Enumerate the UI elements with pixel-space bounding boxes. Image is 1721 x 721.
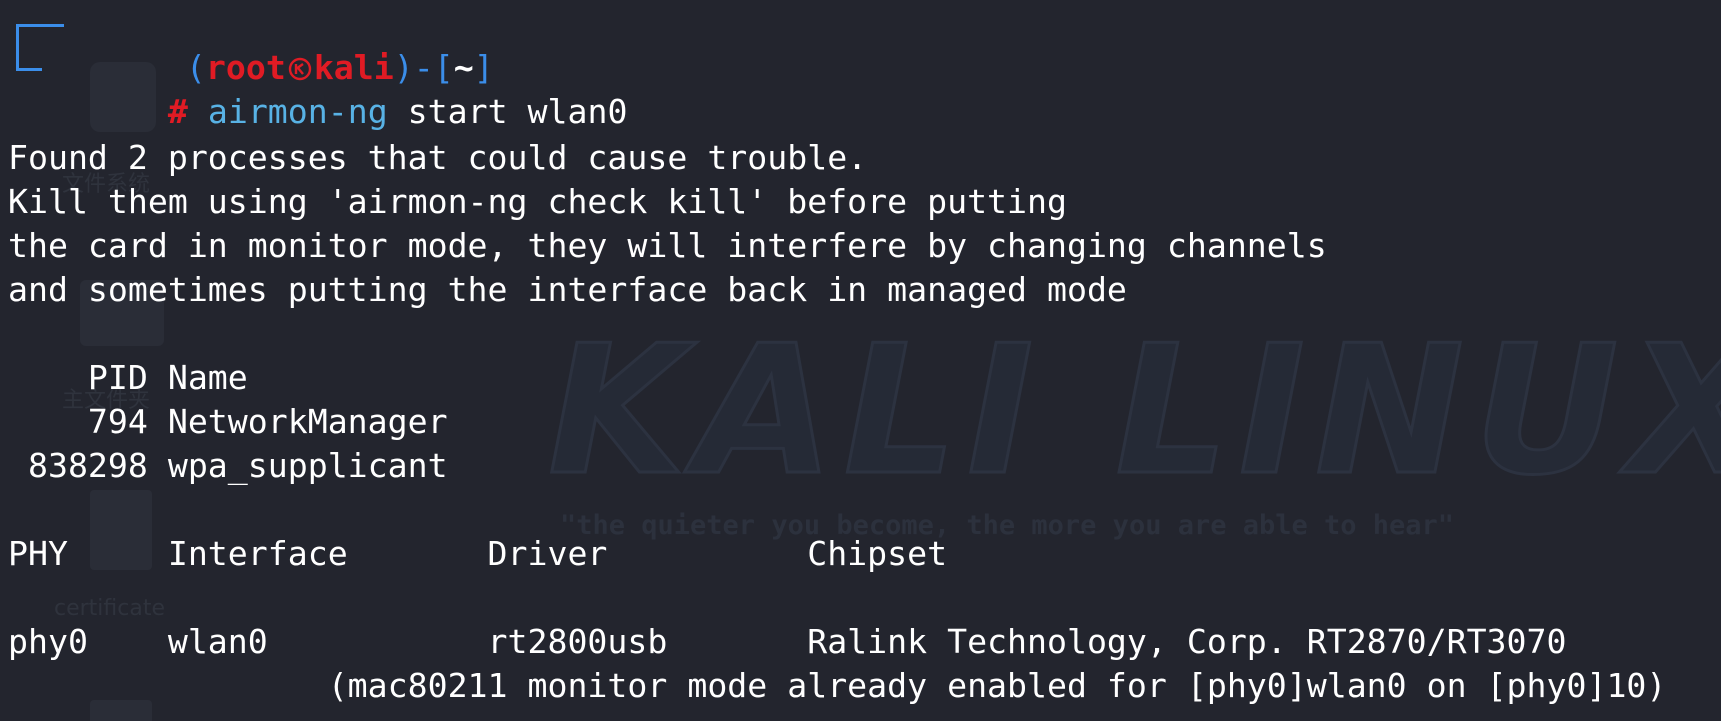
process-row: 838298 wpa_supplicant bbox=[8, 446, 448, 485]
warning-line: and sometimes putting the interface back… bbox=[8, 270, 1127, 309]
process-table-header: PID Name bbox=[8, 358, 248, 397]
warning-line: Found 2 processes that could cause troub… bbox=[8, 138, 868, 177]
wallpaper-title: KALI LINUX bbox=[547, 307, 1721, 514]
prompt-line: (root kali)-[~] bbox=[66, 2, 494, 87]
terminal-window[interactable]: 文件系统 主文件夹 certificate KALI LINUX "the qu… bbox=[0, 0, 1721, 721]
interface-table-header: PHY Interface Driver Chipset bbox=[8, 534, 948, 573]
warning-line: Kill them using 'airmon-ng check kill' b… bbox=[8, 182, 1067, 221]
warning-line: the card in monitor mode, they will inte… bbox=[8, 226, 1327, 265]
command-line[interactable]: # airmon-ng start wlan0 bbox=[48, 46, 628, 131]
interface-row: phy0 wlan0 rt2800usb Ralink Technology, … bbox=[8, 622, 1567, 661]
prompt-frame-top bbox=[16, 24, 64, 27]
prompt-frame-vertical bbox=[16, 24, 19, 71]
desktop-label-certificate: certificate bbox=[54, 596, 166, 621]
prompt-frame-bottom bbox=[16, 68, 42, 71]
command-args: start wlan0 bbox=[387, 92, 628, 131]
process-row: 794 NetworkManager bbox=[8, 402, 448, 441]
command-name: airmon-ng bbox=[207, 92, 388, 131]
monitor-mode-note: (mac80211 monitor mode already enabled f… bbox=[8, 666, 1667, 705]
prompt-hash: # bbox=[167, 92, 188, 131]
